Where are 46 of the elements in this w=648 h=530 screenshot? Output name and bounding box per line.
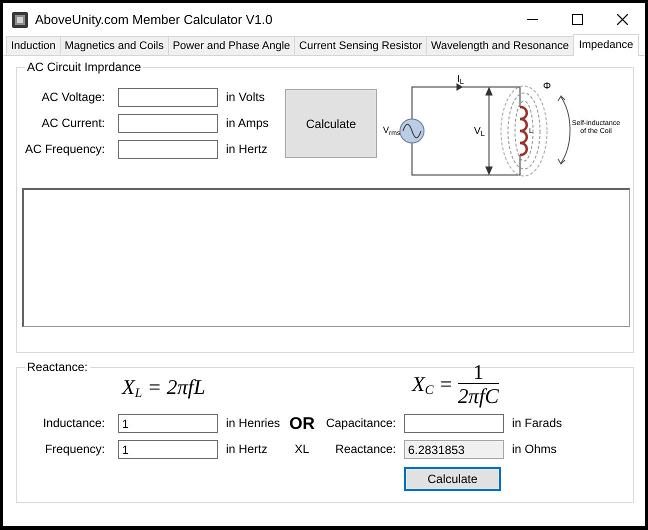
input-field[interactable] bbox=[118, 88, 218, 107]
unit-label: in Hertz bbox=[225, 141, 268, 158]
tab[interactable]: Magnetics and Coils bbox=[60, 36, 169, 55]
input-field[interactable]: 1 bbox=[118, 414, 218, 433]
field-label: Inductance: bbox=[42, 415, 106, 432]
input-field[interactable]: 1 bbox=[118, 440, 218, 459]
tab[interactable]: Induction bbox=[6, 36, 61, 55]
input-field[interactable] bbox=[404, 414, 504, 433]
formula-denominator: 2πfC bbox=[458, 383, 499, 407]
current-label: I$_{L}$ bbox=[457, 75, 464, 85]
field-label: AC Voltage: bbox=[40, 89, 106, 106]
or-label: OR bbox=[288, 414, 316, 433]
flux-label: Φ bbox=[543, 82, 551, 92]
source-label: V$_{rms}$ bbox=[383, 126, 400, 135]
tab[interactable]: Impedance bbox=[572, 34, 640, 56]
field-label: Frequency: bbox=[44, 441, 106, 458]
tab[interactable]: Power and Phase Angle bbox=[168, 36, 296, 55]
mode-label: XL bbox=[294, 441, 310, 458]
unit-label: in Henries bbox=[225, 415, 282, 432]
output-area[interactable] bbox=[22, 188, 630, 327]
input-field[interactable] bbox=[118, 114, 218, 133]
voltage-label: V$_{L}$ bbox=[474, 127, 485, 137]
field-label: Capacitance: bbox=[324, 415, 397, 432]
field-label: Reactance: bbox=[334, 441, 397, 458]
unit-label: in Hertz bbox=[225, 441, 268, 458]
field-label: AC Current: bbox=[40, 115, 106, 132]
unit-label: in Amps bbox=[225, 115, 270, 132]
calculate-button[interactable]: Calculate bbox=[285, 89, 377, 158]
maximize-icon[interactable] bbox=[572, 14, 583, 25]
close-icon[interactable] bbox=[617, 14, 628, 25]
formula-numerator: 1 bbox=[473, 362, 484, 383]
tab[interactable]: Current Sensing Resistor bbox=[294, 36, 428, 55]
unit-label: in Ohms bbox=[511, 441, 558, 458]
group-title: AC Circuit Imprdance bbox=[26, 60, 142, 74]
window-title: AboveUnity.com Member Calculator V1.0 bbox=[35, 10, 274, 29]
input-field[interactable]: 6.2831853 bbox=[404, 440, 504, 459]
app-icon bbox=[12, 12, 28, 28]
field-label: AC Frequency: bbox=[24, 141, 106, 158]
calculate-button[interactable]: Calculate bbox=[404, 467, 501, 491]
input-field[interactable] bbox=[118, 140, 218, 159]
unit-label: in Volts bbox=[225, 89, 266, 106]
formula: X$_{L}$ = 2πfL bbox=[122, 377, 206, 398]
formula: X$_{C}$ = bbox=[412, 374, 453, 395]
group-title: Reactance: bbox=[26, 360, 89, 374]
unit-label: in Farads bbox=[511, 415, 564, 432]
tab[interactable]: Wavelength and Resonance bbox=[426, 36, 574, 55]
